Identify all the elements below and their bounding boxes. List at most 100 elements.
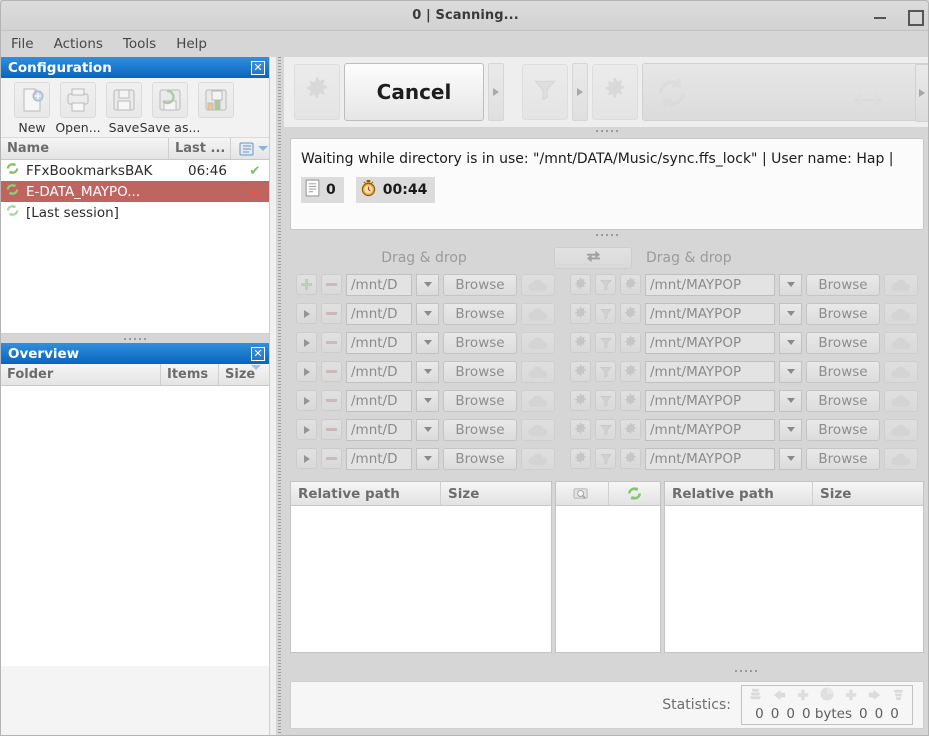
left-path-input[interactable]: /mnt/D [346,389,412,412]
config-row[interactable]: [Last session] [1,202,269,223]
close-icon[interactable]: ✕ [251,60,265,75]
left-browse-button[interactable]: Browse [443,389,517,412]
config-row[interactable]: E-DATA_MAYPO... – [1,181,269,202]
left-grid-body[interactable] [291,506,551,652]
remove-pair-icon[interactable] [321,419,342,440]
right-cloud-icon[interactable] [884,331,918,354]
remove-pair-icon[interactable] [321,303,342,324]
remove-pair-icon[interactable] [321,274,342,295]
maximize-button[interactable] [906,8,924,26]
right-path-dropdown[interactable] [779,331,802,354]
right-column-header-relative-path[interactable]: Relative path [665,482,813,505]
left-cloud-icon[interactable] [521,418,555,441]
expand-pair-icon[interactable] [296,448,317,469]
column-header-last-sync[interactable]: Last ... [169,138,231,159]
remove-pair-icon[interactable] [321,332,342,353]
local-filter-funnel-icon[interactable] [595,390,616,411]
local-settings-gear-icon[interactable] [570,448,591,469]
left-cloud-icon[interactable] [521,331,555,354]
left-path-dropdown[interactable] [416,360,439,383]
right-cloud-icon[interactable] [884,418,918,441]
left-path-input[interactable]: /mnt/D [346,360,412,383]
local-sync-gear-icon[interactable] [620,448,641,469]
local-settings-gear-icon[interactable] [570,274,591,295]
horizontal-splitter[interactable] [1,334,269,343]
right-browse-button[interactable]: Browse [806,331,880,354]
overview-list-body[interactable] [1,386,269,666]
left-browse-button[interactable]: Browse [443,360,517,383]
left-cloud-icon[interactable] [521,302,555,325]
remove-pair-icon[interactable] [321,361,342,382]
local-sync-gear-icon[interactable] [620,332,641,353]
compare-overflow-button[interactable] [488,63,504,121]
right-grid-body[interactable] [665,506,923,652]
right-cloud-icon[interactable] [884,389,918,412]
left-path-dropdown[interactable] [416,389,439,412]
left-path-input[interactable]: /mnt/D [346,273,412,296]
left-cloud-icon[interactable] [521,273,555,296]
open-config-button[interactable]: Open... [55,82,101,135]
minimize-button[interactable] [872,8,888,24]
local-filter-funnel-icon[interactable] [595,419,616,440]
left-path-dropdown[interactable] [416,331,439,354]
left-browse-button[interactable]: Browse [443,418,517,441]
right-browse-button[interactable]: Browse [806,389,880,412]
left-path-dropdown[interactable] [416,418,439,441]
filter-button[interactable] [522,64,568,120]
toolbar-splitter[interactable] [284,127,928,134]
local-settings-gear-icon[interactable] [570,419,591,440]
column-header-name[interactable]: Name [1,138,169,159]
left-path-input[interactable]: /mnt/D [346,331,412,354]
right-path-dropdown[interactable] [779,273,802,296]
local-sync-gear-icon[interactable] [620,419,641,440]
column-header-items[interactable]: Items [161,364,219,385]
left-browse-button[interactable]: Browse [443,302,517,325]
local-filter-funnel-icon[interactable] [595,448,616,469]
new-config-button[interactable]: New [9,82,55,135]
right-path-input[interactable]: /mnt/MAYPOP [645,389,775,412]
column-header-size[interactable]: Size [219,364,269,385]
sync-direction-icon[interactable] [609,482,661,505]
config-row[interactable]: FFxBookmarksBAK 06:46 ✔ [1,160,269,181]
local-filter-funnel-icon[interactable] [595,361,616,382]
column-settings-icon[interactable] [231,138,269,159]
preview-magnifier-icon[interactable] [556,482,609,505]
right-path-dropdown[interactable] [779,447,802,470]
right-path-input[interactable]: /mnt/MAYPOP [645,447,775,470]
column-header-folder[interactable]: Folder [1,364,161,385]
expand-pair-icon[interactable] [296,303,317,324]
save-batch-config-button[interactable] [193,82,239,135]
left-cloud-icon[interactable] [521,389,555,412]
right-path-input[interactable]: /mnt/MAYPOP [645,302,775,325]
local-filter-funnel-icon[interactable] [595,332,616,353]
expand-pair-icon[interactable] [296,419,317,440]
right-cloud-icon[interactable] [884,273,918,296]
local-filter-funnel-icon[interactable] [595,274,616,295]
right-path-dropdown[interactable] [779,389,802,412]
left-browse-button[interactable]: Browse [443,331,517,354]
left-path-dropdown[interactable] [416,273,439,296]
left-path-input[interactable]: /mnt/D [346,418,412,441]
left-column-header-relative-path[interactable]: Relative path [291,482,441,505]
right-browse-button[interactable]: Browse [806,360,880,383]
local-sync-gear-icon[interactable] [620,303,641,324]
right-cloud-icon[interactable] [884,360,918,383]
grid-splitter[interactable] [570,667,922,675]
sync-settings-button[interactable] [592,64,638,120]
menu-file[interactable]: File [11,36,34,52]
left-path-dropdown[interactable] [416,302,439,325]
right-path-input[interactable]: /mnt/MAYPOP [645,331,775,354]
local-sync-gear-icon[interactable] [620,390,641,411]
left-cloud-icon[interactable] [521,447,555,470]
right-browse-button[interactable]: Browse [806,302,880,325]
right-path-input[interactable]: /mnt/MAYPOP [645,360,775,383]
remove-pair-icon[interactable] [321,390,342,411]
right-cloud-icon[interactable] [884,302,918,325]
swap-sides-button[interactable] [554,247,632,269]
right-column-header-size[interactable]: Size [813,482,923,505]
status-splitter[interactable] [284,230,928,240]
synchronize-button[interactable] [642,63,928,122]
close-icon[interactable]: ✕ [251,346,265,361]
sync-overflow-button[interactable] [915,64,928,122]
filter-overflow-button[interactable] [572,63,588,121]
